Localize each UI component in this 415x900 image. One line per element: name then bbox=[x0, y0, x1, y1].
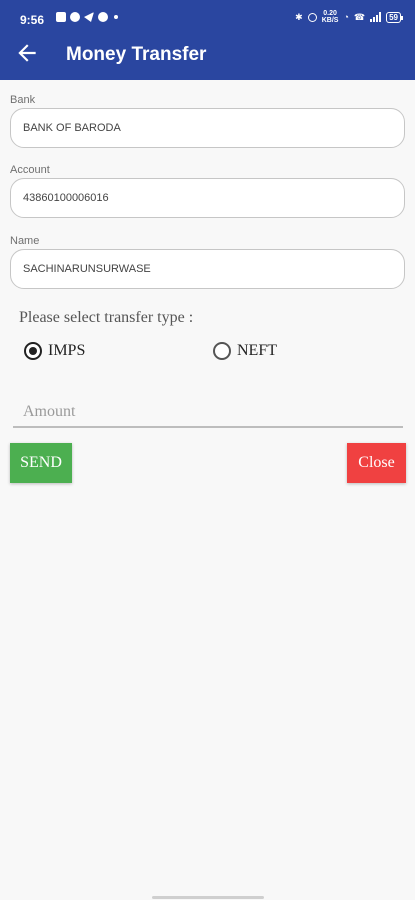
imps-label: IMPS bbox=[48, 342, 86, 359]
app-bar: 9:56 ✱ 0.20 KB/S ◔ ☎ 59 Money Transfer bbox=[0, 0, 415, 80]
page-title: Money Transfer bbox=[66, 44, 207, 65]
send-button[interactable]: SEND bbox=[10, 443, 72, 483]
transfer-type-prompt: Please select transfer type : bbox=[19, 309, 194, 326]
whatsapp-icon bbox=[70, 12, 80, 22]
signal-icon bbox=[370, 12, 382, 22]
wifi-icon: ◔ bbox=[343, 12, 349, 22]
imps-option[interactable]: IMPS bbox=[24, 342, 85, 360]
telegram-icon bbox=[84, 12, 94, 22]
neft-radio[interactable] bbox=[213, 342, 231, 360]
notification-icons bbox=[56, 12, 118, 22]
bank-label: Bank bbox=[10, 94, 36, 106]
bank-field[interactable]: BANK OF BARODA bbox=[10, 108, 405, 148]
alarm-icon bbox=[307, 12, 317, 22]
call-icon: ☎ bbox=[353, 11, 366, 22]
battery-icon: 59 bbox=[386, 11, 403, 23]
account-field[interactable]: 43860100006016 bbox=[10, 178, 405, 218]
bluetooth-icon: ✱ bbox=[295, 11, 303, 22]
network-speed: 0.20 KB/S bbox=[322, 10, 339, 24]
whatsapp-icon-2 bbox=[98, 12, 108, 22]
network-speed-value: 0.20 bbox=[323, 10, 337, 17]
neft-label: NEFT bbox=[237, 342, 277, 359]
back-arrow-icon[interactable] bbox=[14, 40, 40, 66]
name-field[interactable]: SACHINARUNSURWASE bbox=[10, 249, 405, 289]
neft-option[interactable]: NEFT bbox=[213, 342, 277, 360]
status-time: 9:56 bbox=[20, 13, 45, 27]
amount-input[interactable] bbox=[13, 398, 403, 428]
name-label: Name bbox=[10, 235, 40, 247]
home-indicator[interactable] bbox=[152, 896, 264, 899]
account-label: Account bbox=[10, 164, 50, 176]
imps-radio[interactable] bbox=[24, 342, 42, 360]
status-bar: 9:56 ✱ 0.20 KB/S ◔ ☎ 59 bbox=[0, 0, 415, 38]
app-notification-icon bbox=[56, 12, 66, 22]
status-right: ✱ 0.20 KB/S ◔ ☎ 59 bbox=[295, 10, 403, 24]
network-speed-unit: KB/S bbox=[321, 17, 339, 24]
close-button[interactable]: Close bbox=[347, 443, 406, 483]
more-notifications-dot-icon bbox=[114, 15, 118, 19]
